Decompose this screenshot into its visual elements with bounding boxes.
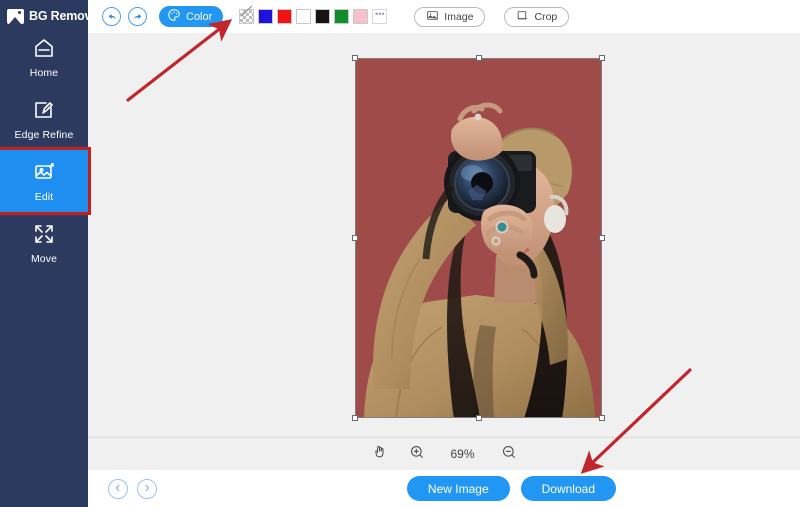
image-icon [426, 9, 439, 25]
footer-actions: New Image Download [406, 476, 616, 501]
bg-remover-app: BG Remover Home Edge Refine Edit Move Co… [0, 0, 800, 507]
undo-button[interactable] [102, 7, 121, 26]
swatch-white[interactable] [296, 9, 312, 24]
sidebar-item-label: Move [30, 252, 58, 265]
editor-canvas[interactable] [88, 33, 800, 437]
move-arrows-icon [32, 222, 56, 246]
zoom-toolbar: 69% [88, 437, 800, 470]
edge-refine-icon [32, 98, 56, 122]
next-image-button[interactable] [137, 478, 157, 499]
color-tool-button[interactable]: Color [159, 6, 224, 27]
image-selection-frame[interactable] [352, 55, 605, 421]
resize-handle-top-right[interactable] [599, 55, 605, 61]
zoom-out-icon[interactable] [501, 444, 517, 465]
swatch-green[interactable] [334, 9, 350, 24]
image-button-label: Image [444, 10, 474, 23]
sidebar-item-label: Home [29, 66, 59, 79]
sidebar: BG Remover Home Edge Refine Edit Move [0, 0, 103, 507]
sidebar-item-edit[interactable]: Edit [0, 147, 91, 215]
resize-handle-top-left[interactable] [352, 55, 358, 61]
home-icon [32, 36, 56, 60]
crop-icon [516, 9, 529, 25]
resize-handle-middle-right[interactable] [599, 235, 605, 241]
edited-photo[interactable] [356, 59, 601, 417]
app-brand: BG Remover [0, 0, 103, 26]
resize-handle-top-center[interactable] [475, 55, 482, 61]
footer-bar: New Image Download [80, 470, 800, 507]
new-image-button[interactable]: New Image [406, 476, 510, 501]
swatch-transparent[interactable] [239, 9, 255, 24]
color-tool-label: Color [186, 10, 213, 23]
sidebar-item-label: Edit [34, 190, 54, 203]
zoom-level-label: 69% [450, 447, 475, 461]
top-toolbar: Color ••• Image Crop [80, 0, 800, 33]
sidebar-item-label: Edge Refine [14, 128, 74, 141]
redo-button[interactable] [128, 7, 147, 26]
edit-image-icon [32, 160, 56, 184]
chevron-left-icon [113, 480, 123, 498]
swatch-more-button[interactable]: ••• [372, 9, 388, 24]
app-brand-label: BG Remover [29, 9, 103, 23]
page-navigation [108, 478, 157, 499]
swatch-black[interactable] [315, 9, 331, 24]
swatch-red[interactable] [277, 9, 293, 24]
image-button[interactable]: Image [414, 6, 486, 27]
photo-artwork [356, 59, 601, 417]
sidebar-item-home[interactable]: Home [0, 26, 88, 88]
crop-button[interactable]: Crop [504, 6, 570, 27]
crop-button-label: Crop [534, 10, 558, 23]
resize-handle-bottom-right[interactable] [599, 415, 605, 421]
sidebar-item-move[interactable]: Move [0, 212, 88, 274]
undo-arrow-icon [106, 11, 118, 23]
zoom-in-icon[interactable] [409, 444, 425, 465]
chevron-right-icon [142, 480, 152, 498]
sidebar-item-edge-refine[interactable]: Edge Refine [0, 88, 88, 150]
resize-handle-bottom-left[interactable] [352, 415, 358, 421]
hand-icon[interactable] [372, 444, 387, 464]
previous-image-button[interactable] [108, 478, 128, 499]
swatch-pink[interactable] [353, 9, 369, 24]
image-photo-icon [7, 8, 24, 24]
palette-icon [167, 8, 181, 25]
swatch-blue[interactable] [258, 9, 274, 24]
color-swatch-list: ••• [239, 9, 388, 24]
resize-handle-bottom-center[interactable] [475, 415, 482, 421]
redo-arrow-icon [132, 11, 144, 23]
resize-handle-middle-left[interactable] [352, 235, 358, 241]
download-button[interactable]: Download [520, 476, 616, 501]
